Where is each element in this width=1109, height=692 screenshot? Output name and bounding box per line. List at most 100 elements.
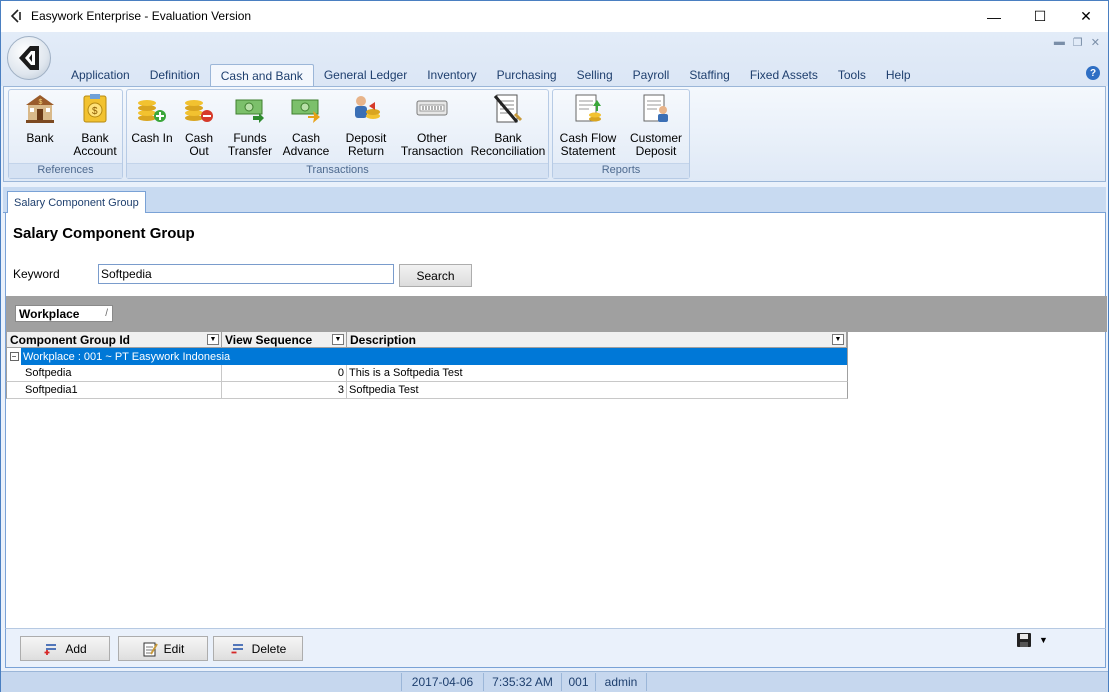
deposit-return-button[interactable]: Deposit Return bbox=[341, 92, 391, 162]
tab-inventory[interactable]: Inventory bbox=[417, 64, 486, 86]
table-row[interactable]: Softpedia 0 This is a Softpedia Test bbox=[6, 365, 848, 382]
group-row-workplace[interactable]: − Workplace : 001 ~ PT Easywork Indonesi… bbox=[6, 348, 848, 365]
window-title: Easywork Enterprise - Evaluation Version bbox=[31, 9, 252, 23]
column-header-component-group-id[interactable]: Component Group Id ▼ bbox=[7, 332, 222, 347]
bank-account-icon: $ bbox=[83, 94, 107, 123]
column-filter-dropdown-icon[interactable]: ▼ bbox=[332, 334, 344, 345]
edit-icon bbox=[143, 642, 158, 656]
customer-deposit-label-line2: Deposit bbox=[635, 144, 677, 158]
minimize-button[interactable]: — bbox=[971, 1, 1017, 32]
tab-definition[interactable]: Definition bbox=[140, 64, 210, 86]
cash-advance-label-line2: Advance bbox=[282, 144, 330, 158]
other-transaction-button[interactable]: Other Transaction bbox=[399, 92, 465, 162]
mdi-close-button[interactable]: ✕ bbox=[1091, 36, 1100, 49]
bank-reconciliation-button[interactable]: Bank Reconciliation bbox=[469, 92, 547, 162]
cell-description[interactable]: Softpedia Test bbox=[347, 382, 845, 398]
app-logo-icon bbox=[10, 9, 21, 23]
tab-purchasing[interactable]: Purchasing bbox=[487, 64, 567, 86]
collapse-group-icon[interactable]: − bbox=[7, 348, 21, 365]
deposit-return-icon bbox=[355, 96, 380, 119]
bank-label: Bank bbox=[26, 131, 54, 145]
customer-deposit-button[interactable]: Customer Deposit bbox=[625, 92, 687, 162]
mdi-controls: ▬ ❐ ✕ bbox=[1054, 36, 1100, 49]
table-row[interactable]: Softpedia1 3 Softpedia Test bbox=[6, 382, 848, 399]
bank-account-label-line2: Account bbox=[73, 144, 117, 158]
tab-payroll[interactable]: Payroll bbox=[623, 64, 680, 86]
mdi-restore-button[interactable]: ❐ bbox=[1073, 36, 1083, 49]
cash-out-button[interactable]: Cash Out bbox=[179, 92, 219, 162]
column-header-label: View Sequence bbox=[225, 332, 313, 347]
close-button[interactable]: ✕ bbox=[1063, 1, 1109, 32]
cash-out-label-line2: Out bbox=[189, 144, 209, 158]
funds-transfer-button[interactable]: Funds Transfer bbox=[225, 92, 275, 162]
ribbon-group-transactions: Cash In Cash Out Funds Transfer Cash Adv… bbox=[126, 89, 549, 179]
group-label-transactions: Transactions bbox=[127, 163, 548, 178]
document-tabstrip: Salary Component Group bbox=[3, 187, 1106, 213]
cell-description[interactable]: This is a Softpedia Test bbox=[347, 365, 845, 381]
tab-help[interactable]: Help bbox=[876, 64, 921, 86]
edit-button[interactable]: Edit bbox=[118, 636, 208, 661]
status-workplace-code: 001 bbox=[561, 673, 595, 691]
tab-tools[interactable]: Tools bbox=[828, 64, 876, 86]
keyword-label: Keyword bbox=[13, 267, 60, 281]
mdi-minimize-button[interactable]: ▬ bbox=[1054, 36, 1065, 49]
column-filter-dropdown-icon[interactable]: ▼ bbox=[207, 334, 219, 345]
bank-button[interactable]: $ Bank bbox=[15, 92, 65, 162]
column-header-description[interactable]: Description ▼ bbox=[347, 332, 847, 347]
cash-out-icon bbox=[185, 100, 213, 122]
ribbon-body: $ Bank $ Bank Account References Cash In… bbox=[3, 86, 1106, 182]
add-button[interactable]: Add bbox=[20, 636, 110, 661]
cash-advance-button[interactable]: Cash Advance bbox=[281, 92, 331, 162]
application-menu-button[interactable] bbox=[7, 36, 51, 80]
bank-icon: $ bbox=[26, 95, 54, 123]
group-by-workplace-chip[interactable]: Workplace / bbox=[15, 305, 113, 322]
bank-account-button[interactable]: $ Bank Account bbox=[69, 92, 121, 162]
cell-component-group-id[interactable]: Softpedia1 bbox=[23, 382, 222, 398]
cell-view-sequence[interactable]: 0 bbox=[222, 365, 347, 381]
save-dropdown-icon[interactable]: ▼ bbox=[1039, 635, 1048, 645]
app-orb-logo-icon bbox=[19, 46, 39, 70]
save-icon[interactable] bbox=[1016, 632, 1032, 648]
edit-label: Edit bbox=[163, 641, 185, 656]
column-filter-dropdown-icon[interactable]: ▼ bbox=[832, 334, 844, 345]
cash-in-button[interactable]: Cash In bbox=[129, 92, 175, 162]
cash-flow-statement-icon bbox=[575, 94, 601, 122]
maximize-button[interactable]: ☐ bbox=[1017, 1, 1063, 32]
page-title: Salary Component Group bbox=[13, 225, 195, 242]
other-transaction-icon bbox=[416, 100, 448, 116]
bank-reconciliation-label-line2: Reconciliation bbox=[470, 144, 546, 158]
funds-transfer-icon bbox=[235, 99, 264, 123]
deposit-return-label-line2: Return bbox=[347, 144, 385, 158]
tab-staffing[interactable]: Staffing bbox=[679, 64, 739, 86]
ribbon-group-references: $ Bank $ Bank Account References bbox=[8, 89, 123, 179]
tab-fixed-assets[interactable]: Fixed Assets bbox=[740, 64, 828, 86]
delete-button[interactable]: Delete bbox=[213, 636, 303, 661]
group-by-panel: Workplace / bbox=[6, 296, 1107, 332]
cash-flow-statement-button[interactable]: Cash Flow Statement bbox=[557, 92, 619, 162]
document-tab-salary-component-group[interactable]: Salary Component Group bbox=[7, 191, 146, 213]
bank-reconciliation-icon bbox=[493, 94, 523, 123]
action-bar: Add Edit Delete ▼ bbox=[5, 628, 1106, 668]
group-label-references: References bbox=[9, 163, 122, 178]
grid-header: Component Group Id ▼ View Sequence ▼ Des… bbox=[6, 331, 848, 348]
add-icon bbox=[44, 643, 57, 655]
help-icon[interactable]: ? bbox=[1086, 66, 1100, 80]
status-date: 2017-04-06 bbox=[401, 673, 483, 691]
app-window: Easywork Enterprise - Evaluation Version… bbox=[0, 0, 1109, 692]
column-header-view-sequence[interactable]: View Sequence ▼ bbox=[222, 332, 347, 347]
svg-text:$: $ bbox=[39, 99, 43, 106]
add-label: Add bbox=[65, 641, 87, 656]
group-label-reports: Reports bbox=[553, 163, 689, 178]
other-transaction-label-line2: Transaction bbox=[400, 144, 464, 158]
tab-selling[interactable]: Selling bbox=[567, 64, 623, 86]
tab-cash-and-bank[interactable]: Cash and Bank bbox=[209, 64, 314, 86]
cell-component-group-id[interactable]: Softpedia bbox=[23, 365, 222, 381]
cell-view-sequence[interactable]: 3 bbox=[222, 382, 347, 398]
tab-general-ledger[interactable]: General Ledger bbox=[314, 64, 417, 86]
tab-application[interactable]: Application bbox=[61, 64, 140, 86]
svg-text:$: $ bbox=[92, 106, 98, 117]
search-button[interactable]: Search bbox=[399, 264, 472, 287]
cash-in-icon bbox=[138, 100, 166, 122]
keyword-input[interactable] bbox=[98, 264, 394, 284]
column-header-label: Component Group Id bbox=[10, 332, 130, 347]
